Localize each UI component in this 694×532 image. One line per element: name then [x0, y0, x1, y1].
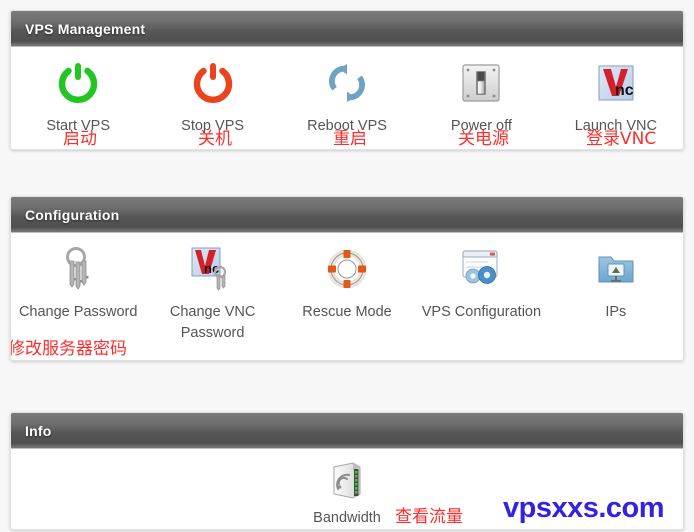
panel-vps-management: VPS Management Start VPS Stop VPS Reboot… — [10, 10, 684, 150]
action-label: Bandwidth — [313, 510, 381, 526]
light-switch-icon — [460, 55, 502, 111]
keyring-icon — [56, 241, 100, 297]
panel-body-vps-management: Start VPS Stop VPS Reboot VPS Power off … — [11, 47, 683, 149]
action-label: Change Password — [18, 304, 138, 320]
note-reboot-vps: 重启 — [333, 129, 367, 149]
vnc-keyring-icon: nc — [189, 241, 237, 297]
action-label: Rescue Mode — [302, 304, 392, 320]
svg-text:nc: nc — [615, 82, 634, 99]
panel-title: Configuration — [25, 206, 120, 223]
note-bandwidth: 查看流量 — [395, 507, 463, 527]
action-ips[interactable]: IPs — [549, 241, 683, 344]
bandwidth-router-icon — [328, 459, 366, 503]
power-off-icon — [189, 55, 237, 111]
panel-header-vps-management: VPS Management — [11, 11, 683, 47]
action-stop-vps[interactable]: Stop VPS — [145, 55, 279, 137]
action-launch-vnc[interactable]: nc Launch VNC — [549, 55, 683, 137]
action-change-vnc-password[interactable]: nc Change VNC Password — [145, 241, 279, 344]
note-stop-vps: 关机 — [198, 129, 232, 149]
note-change-password: 修改服务器密码 — [10, 339, 127, 359]
note-power-off: 关电源 — [458, 129, 509, 149]
action-start-vps[interactable]: Start VPS — [11, 55, 145, 137]
reboot-icon — [324, 55, 370, 111]
action-label: Change VNC Password — [169, 304, 256, 342]
note-start-vps: 启动 — [63, 129, 97, 149]
window-gears-icon — [458, 241, 504, 297]
panel-title: VPS Management — [25, 20, 146, 37]
panel-header-configuration: Configuration — [11, 197, 683, 233]
action-rescue-mode[interactable]: Rescue Mode — [280, 241, 414, 344]
lifebuoy-icon — [327, 241, 367, 297]
action-label: IPs — [605, 304, 627, 320]
panel-header-info: Info — [11, 413, 683, 449]
action-label: VPS Configuration — [421, 304, 542, 320]
action-change-password[interactable]: Change Password — [11, 241, 145, 344]
action-reboot-vps[interactable]: Reboot VPS — [280, 55, 414, 137]
note-launch-vnc: 登录VNC — [586, 129, 657, 149]
vps-control-panel-page: VPS Management Start VPS Stop VPS Reboot… — [0, 0, 694, 532]
action-vps-configuration[interactable]: VPS Configuration — [414, 241, 548, 344]
power-on-icon — [54, 55, 102, 111]
panel-title: Info — [25, 422, 52, 439]
panel-body-configuration: Change Password nc Change VNC Password R… — [11, 233, 683, 360]
network-folder-icon — [595, 241, 637, 297]
vnc-logo-icon: nc — [596, 55, 636, 111]
panel-configuration: Configuration Change Password nc Change … — [10, 196, 684, 361]
action-power-off[interactable]: Power off — [414, 55, 548, 137]
site-watermark: vpsxxs.com — [503, 492, 665, 524]
